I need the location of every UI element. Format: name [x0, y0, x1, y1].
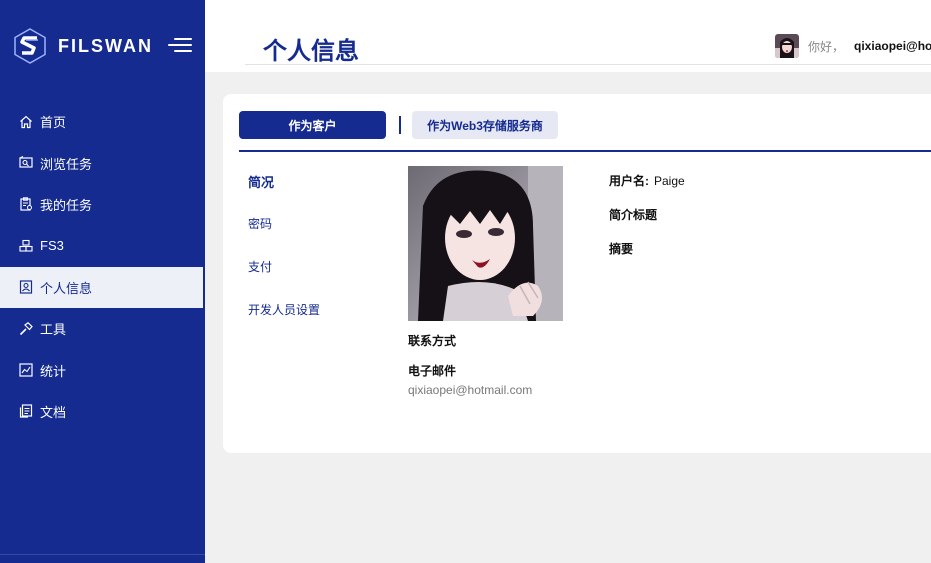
email-label: 电子邮件: [408, 364, 457, 378]
summary-label: 摘要: [609, 242, 634, 256]
subnav-overview[interactable]: 简况: [248, 172, 320, 215]
sidebar-item-profile[interactable]: 个人信息: [0, 266, 205, 308]
email-value: qixiaopei@hotmail.com: [408, 383, 533, 397]
sidebar-item-stats[interactable]: 统计: [0, 349, 205, 390]
sidebar-nav: 首页 浏览任务 我的任务 FS3 个人信息 工具 统计 文档: [0, 101, 205, 432]
filswan-logo-icon: [14, 28, 46, 64]
tab-separator: [399, 116, 401, 134]
header-divider: [245, 64, 931, 65]
sidebar-divider: [0, 554, 205, 555]
stats-icon: [19, 363, 33, 377]
avatar[interactable]: [775, 34, 799, 58]
sidebar-item-label: 统计: [40, 363, 67, 379]
page-title: 个人信息: [263, 38, 359, 65]
contact-title: 联系方式: [408, 334, 457, 348]
subnav-payment[interactable]: 支付: [248, 258, 320, 301]
sidebar-item-label: FS3: [40, 238, 64, 254]
home-icon: [19, 115, 33, 129]
subnav-developer-settings[interactable]: 开发人员设置: [248, 301, 320, 344]
sidebar-item-tools[interactable]: 工具: [0, 308, 205, 349]
bio-title-label: 简介标题: [609, 208, 658, 222]
username-row: 用户名: Paige: [609, 172, 685, 206]
tab-storage-provider[interactable]: 作为Web3存储服务商: [412, 111, 558, 139]
sidebar-item-label: 浏览任务: [40, 156, 93, 172]
subnav-password[interactable]: 密码: [248, 215, 320, 258]
username-label: 用户名:: [609, 174, 649, 188]
menu-toggle-icon[interactable]: [168, 38, 192, 54]
profile-card: 作为客户 作为Web3存储服务商 简况 密码 支付 开发人员设置 联系方式 电子…: [223, 94, 931, 453]
sidebar-item-label: 首页: [40, 115, 67, 131]
sidebar-item-my-tasks[interactable]: 我的任务: [0, 184, 205, 225]
tools-icon: [19, 321, 33, 336]
tasks-icon: [19, 197, 33, 212]
sidebar-item-home[interactable]: 首页: [0, 101, 205, 142]
profile-info: 用户名: Paige 简介标题 摘要: [609, 172, 685, 274]
filswan-logo[interactable]: FILSWAN: [14, 28, 153, 64]
profile-picture[interactable]: [408, 166, 563, 321]
storage-icon: [19, 239, 33, 253]
sidebar-item-fs3[interactable]: FS3: [0, 225, 205, 266]
sidebar: FILSWAN 首页 浏览任务 我的任务 FS3 个人信息 工具 统计 文档: [0, 0, 205, 563]
sidebar-item-label: 个人信息: [40, 280, 93, 296]
profile-subnav: 简况 密码 支付 开发人员设置: [248, 172, 320, 344]
username-value: Paige: [654, 174, 685, 188]
greeting-text: 你好，: [808, 39, 845, 54]
username-text[interactable]: qixiaopei@hotm: [854, 39, 931, 53]
sidebar-item-label: 工具: [40, 322, 67, 338]
brand-name: FILSWAN: [58, 35, 153, 56]
browse-icon: [19, 156, 33, 170]
tab-customer[interactable]: 作为客户: [239, 111, 386, 139]
sidebar-item-docs[interactable]: 文档: [0, 391, 205, 432]
docs-icon: [19, 404, 33, 419]
sidebar-item-label: 文档: [40, 404, 67, 420]
user-menu[interactable]: 你好， qixiaopei@hotm: [775, 34, 931, 58]
tab-underline: [239, 150, 931, 152]
profile-icon: [19, 280, 33, 294]
header: 个人信息 你好， qixiaopei@hotm: [205, 0, 931, 72]
sidebar-item-label: 我的任务: [40, 197, 93, 213]
sidebar-item-browse-tasks[interactable]: 浏览任务: [0, 142, 205, 183]
